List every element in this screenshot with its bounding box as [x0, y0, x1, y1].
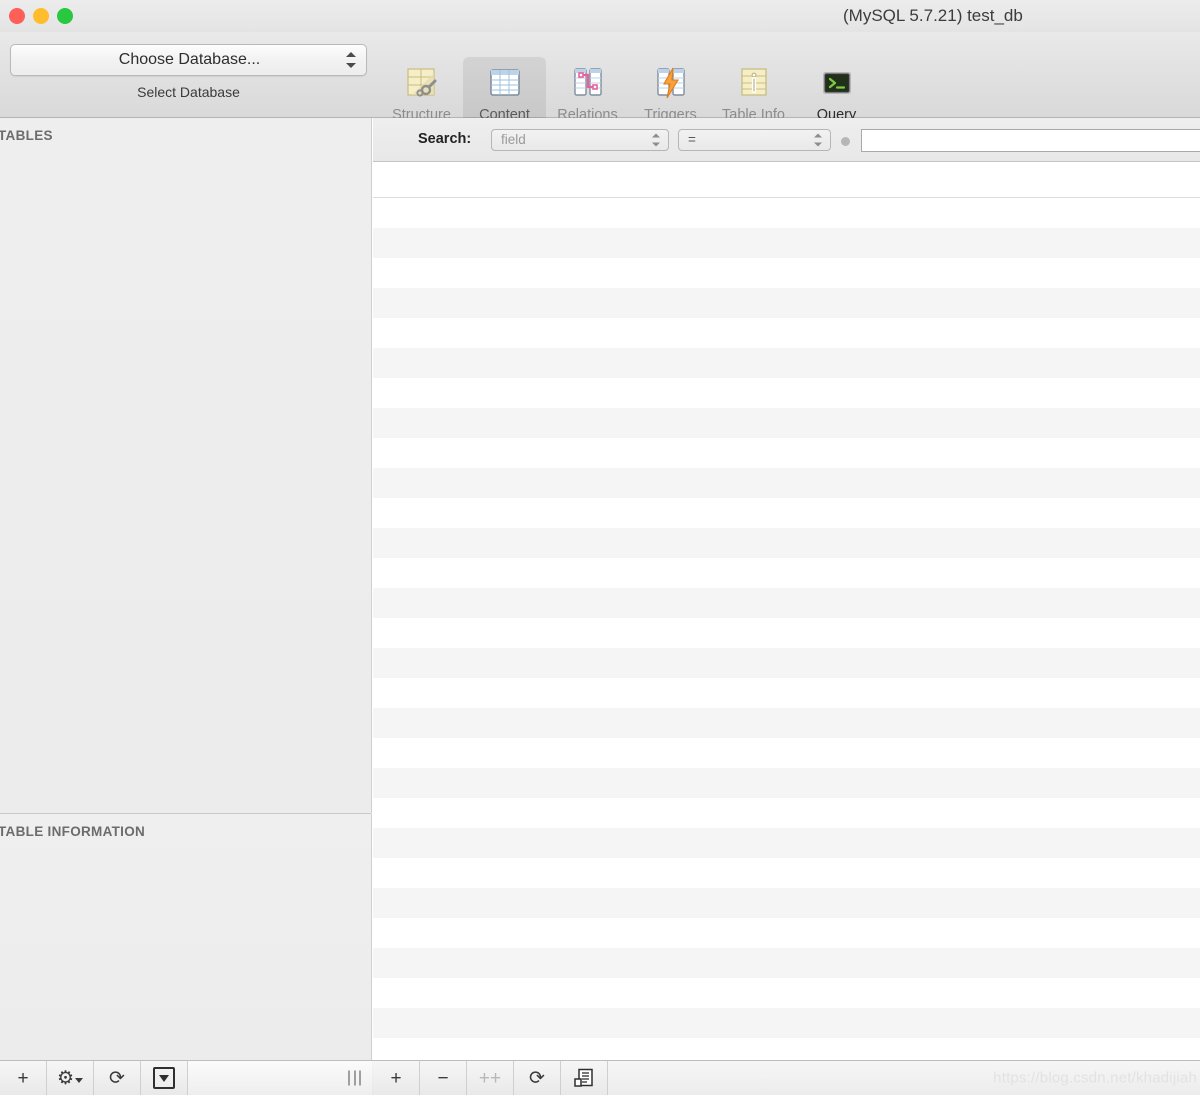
duplicate-icon: ++ — [478, 1067, 502, 1089]
duplicate-row-button[interactable]: ++ — [467, 1061, 514, 1095]
table-row[interactable] — [373, 948, 1200, 978]
tab-relations[interactable]: Relations — [546, 57, 629, 123]
table-row[interactable] — [373, 858, 1200, 888]
table-row[interactable] — [373, 678, 1200, 708]
table-row[interactable] — [373, 528, 1200, 558]
filter-dropdown-icon — [153, 1067, 175, 1089]
sidebar-resize-area — [188, 1061, 372, 1095]
traffic-lights — [9, 8, 73, 24]
table-row[interactable] — [373, 288, 1200, 318]
refresh-icon: ⟳ — [109, 1067, 125, 1089]
table-actions-button[interactable]: ⚙ — [47, 1061, 94, 1095]
table-row[interactable] — [373, 708, 1200, 738]
chevron-updown-icon — [814, 133, 823, 148]
table-row[interactable] — [373, 648, 1200, 678]
table-info-icon — [734, 63, 774, 103]
table-grid-header — [373, 162, 1200, 198]
tab-triggers[interactable]: Triggers — [629, 57, 712, 123]
maximize-window-button[interactable] — [57, 8, 73, 24]
chevron-down-icon — [75, 1077, 84, 1083]
select-database-caption: Select Database — [137, 84, 240, 100]
table-information-header: TABLE INFORMATION — [0, 824, 146, 839]
remove-row-button[interactable]: − — [420, 1061, 467, 1095]
query-icon — [817, 63, 857, 103]
table-row[interactable] — [373, 498, 1200, 528]
table-information-panel[interactable]: TABLE INFORMATION — [0, 814, 372, 1060]
table-row[interactable] — [373, 738, 1200, 768]
plus-icon: + — [17, 1067, 29, 1089]
minimize-window-button[interactable] — [33, 8, 49, 24]
refresh-content-button[interactable]: ⟳ — [514, 1061, 561, 1095]
table-row[interactable] — [373, 918, 1200, 948]
search-operator-select[interactable]: = — [678, 129, 831, 151]
table-row[interactable] — [373, 258, 1200, 288]
table-row[interactable] — [373, 228, 1200, 258]
tab-content[interactable]: Content — [463, 57, 546, 123]
pagination-button[interactable] — [561, 1061, 608, 1095]
filter-tables-button[interactable] — [141, 1061, 188, 1095]
search-input[interactable] — [861, 129, 1200, 152]
sidebar-bottom-toolbar: + ⚙ ⟳ — [0, 1061, 372, 1095]
tables-panel[interactable]: TABLES — [0, 118, 372, 813]
database-chooser-value: Choose Database... — [118, 51, 261, 68]
refresh-icon: ⟳ — [529, 1067, 545, 1089]
table-row[interactable] — [373, 378, 1200, 408]
table-row[interactable] — [373, 768, 1200, 798]
close-window-button[interactable] — [9, 8, 25, 24]
database-chooser-popup[interactable]: Choose Database... — [10, 44, 367, 76]
window-title: (MySQL 5.7.21) test_db — [843, 6, 1023, 25]
gear-icon: ⚙ — [56, 1067, 75, 1089]
structure-icon — [402, 63, 442, 103]
add-table-button[interactable]: + — [0, 1061, 47, 1095]
relations-icon — [568, 63, 608, 103]
tab-structure[interactable]: Structure — [380, 57, 463, 123]
search-operator-value: = — [688, 132, 696, 147]
content-bottom-toolbar: + − ++ ⟳ https://blog.csdn.net/khadijiah — [373, 1061, 1200, 1095]
main-toolbar: Choose Database... Select Database Struc… — [0, 32, 1200, 123]
minus-icon: − — [437, 1067, 449, 1089]
table-row[interactable] — [373, 618, 1200, 648]
table-row[interactable] — [373, 978, 1200, 1008]
tab-table-info[interactable]: Table Info — [712, 57, 795, 123]
table-row[interactable] — [373, 348, 1200, 378]
chevron-updown-icon — [346, 50, 357, 70]
refresh-tables-button[interactable]: ⟳ — [94, 1061, 141, 1095]
pages-icon — [574, 1068, 593, 1087]
bottom-toolbar: + ⚙ ⟳ + − ++ ⟳ https://blog.csdn.net/kha… — [0, 1060, 1200, 1095]
chevron-updown-icon — [652, 133, 661, 148]
table-row[interactable] — [373, 1008, 1200, 1038]
table-row[interactable] — [373, 1038, 1200, 1060]
table-row[interactable] — [373, 798, 1200, 828]
table-row[interactable] — [373, 198, 1200, 228]
resize-grip-icon[interactable] — [348, 1070, 361, 1086]
table-row[interactable] — [373, 408, 1200, 438]
tables-header: TABLES — [0, 128, 53, 143]
table-row[interactable] — [373, 438, 1200, 468]
search-field-value: field — [501, 132, 526, 147]
table-row[interactable] — [373, 888, 1200, 918]
table-row[interactable] — [373, 318, 1200, 348]
table-grid-body[interactable] — [373, 198, 1200, 1060]
search-label: Search: — [418, 131, 472, 147]
content-icon — [485, 63, 525, 103]
sequel-pro-window: (MySQL 5.7.21) test_db Choose Database..… — [0, 0, 1200, 1095]
watermark-text: https://blog.csdn.net/khadijiah — [993, 1069, 1197, 1087]
sidebar: TABLES TABLE INFORMATION — [0, 118, 372, 1060]
triggers-icon — [651, 63, 691, 103]
search-status-indicator — [841, 137, 850, 146]
plus-icon: + — [390, 1067, 402, 1089]
tab-query[interactable]: Query — [795, 57, 878, 123]
table-row[interactable] — [373, 468, 1200, 498]
content-pane: Search: field = — [373, 118, 1200, 1060]
add-row-button[interactable]: + — [373, 1061, 420, 1095]
table-row[interactable] — [373, 828, 1200, 858]
table-row[interactable] — [373, 558, 1200, 588]
search-field-select[interactable]: field — [491, 129, 669, 151]
content-filter-bar: Search: field = — [373, 118, 1200, 162]
content-toolbar-tail: https://blog.csdn.net/khadijiah — [608, 1061, 1200, 1095]
table-row[interactable] — [373, 588, 1200, 618]
title-bar: (MySQL 5.7.21) test_db — [0, 0, 1200, 32]
